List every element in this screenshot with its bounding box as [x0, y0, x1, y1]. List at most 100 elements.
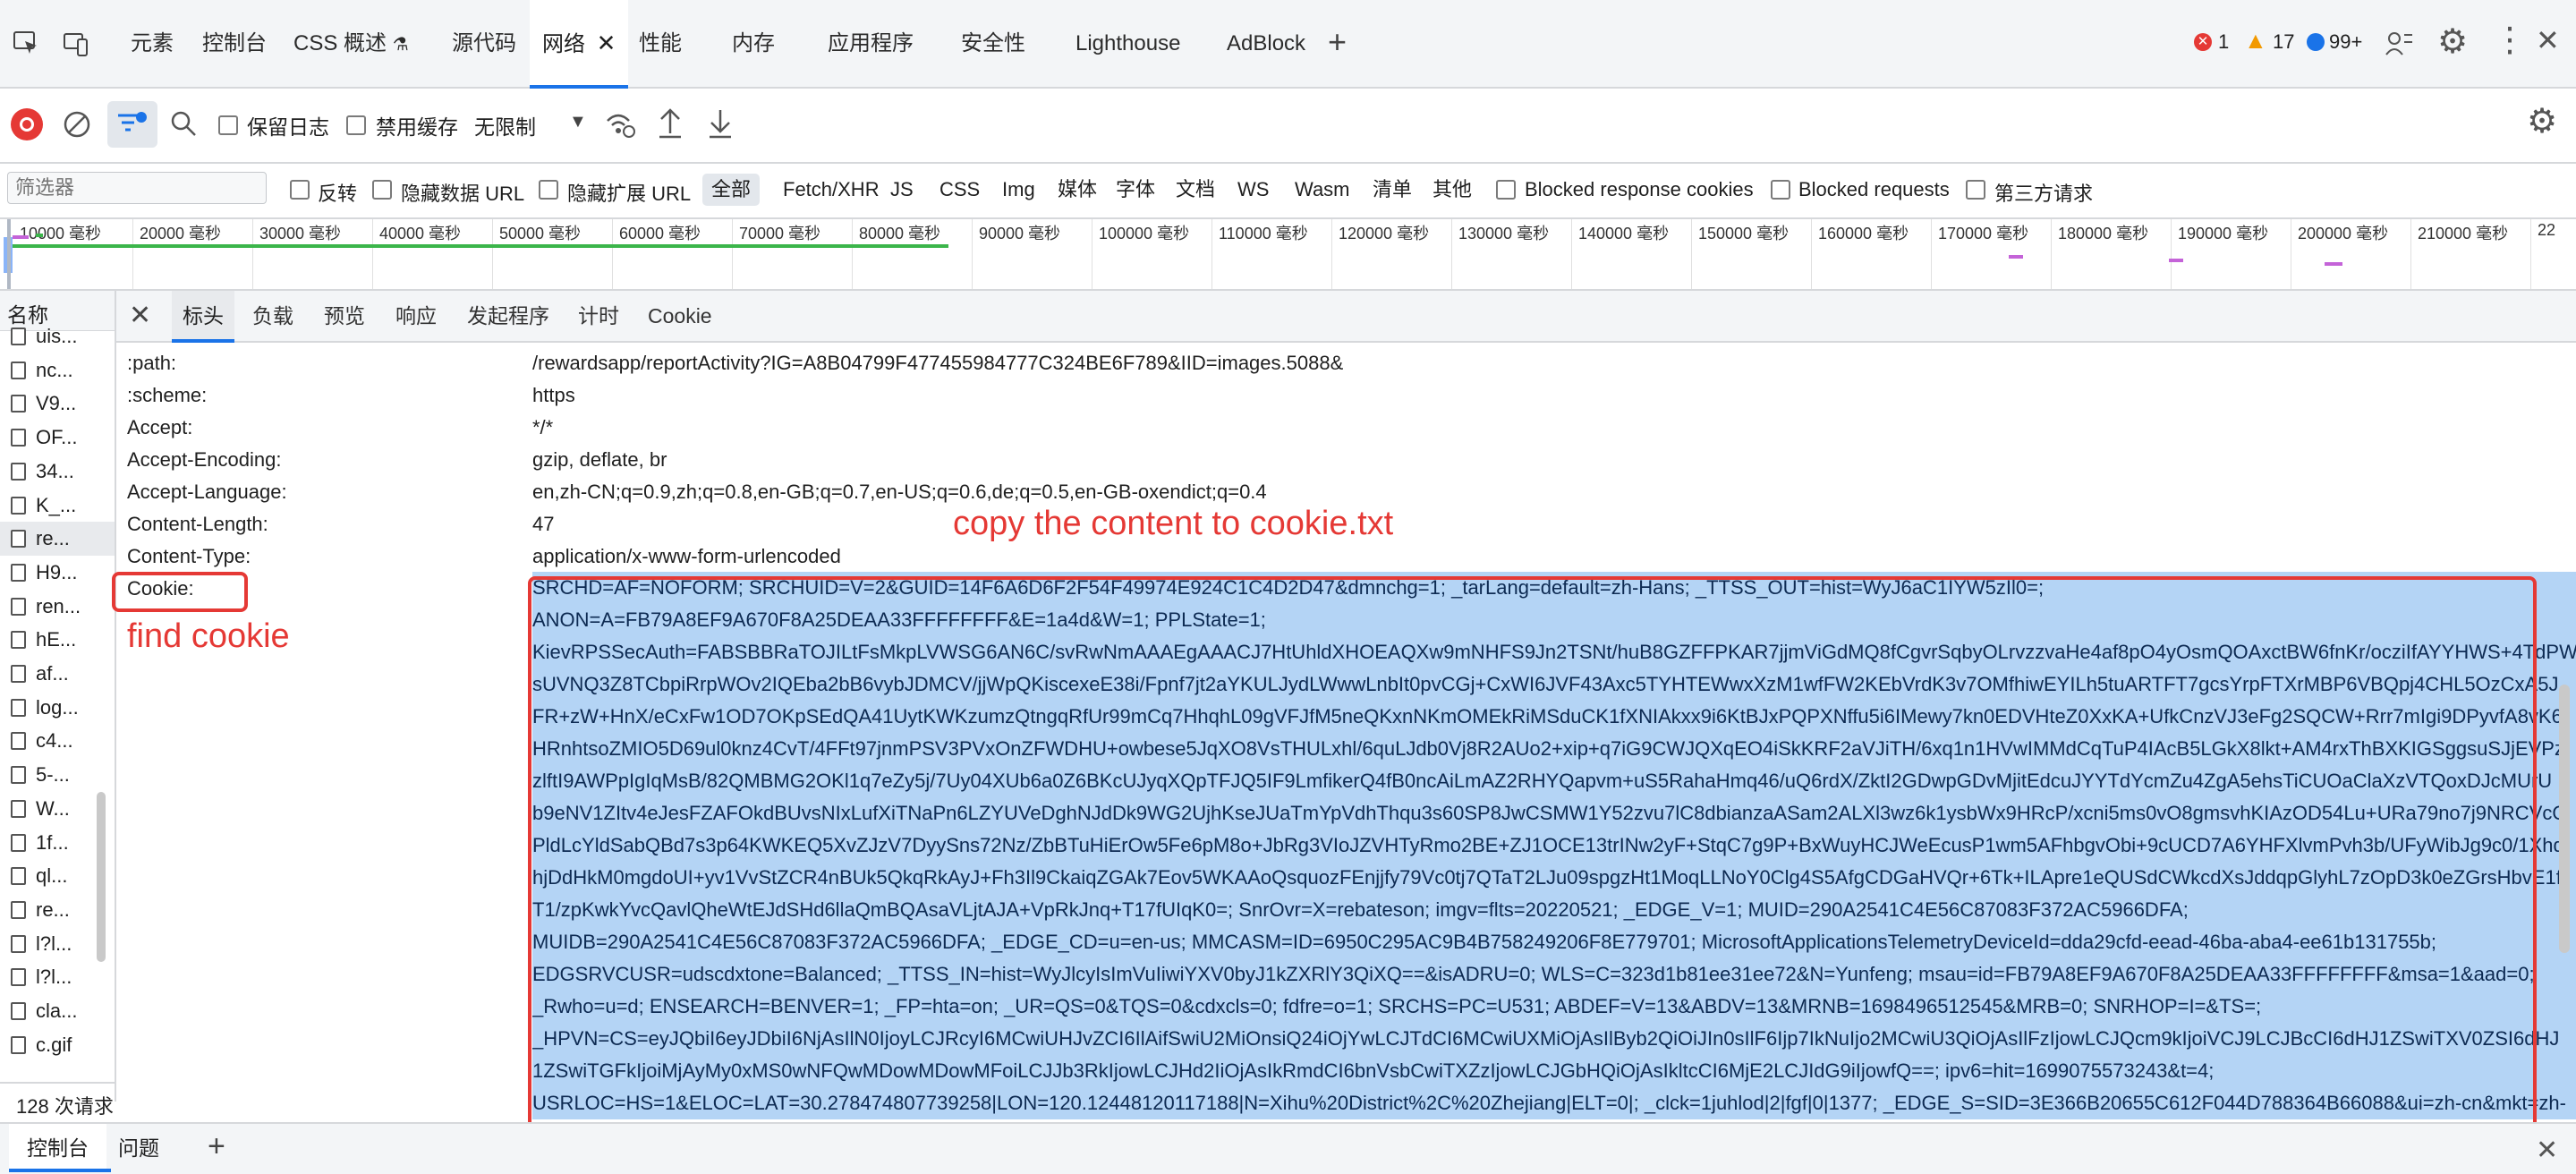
third-party-checkbox[interactable]: [1966, 180, 1985, 200]
export-har-icon[interactable]: [707, 106, 734, 139]
header-value[interactable]: en,zh-CN;q=0.9,zh;q=0.8,en-GB;q=0.7,en-U…: [532, 481, 1267, 504]
tab-console[interactable]: 控制台: [202, 0, 267, 87]
type-filter-8[interactable]: WS: [1228, 174, 1278, 206]
request-row[interactable]: c4...: [0, 724, 115, 758]
blocked-response-cookies-checkbox[interactable]: [1496, 180, 1516, 200]
type-filter-6[interactable]: 字体: [1107, 174, 1164, 206]
request-name: V9...: [36, 392, 77, 415]
header-value[interactable]: /rewardsapp/reportActivity?IG=A8B04799F4…: [532, 352, 1343, 375]
throttle-select[interactable]: 无限制: [474, 110, 536, 140]
header-value[interactable]: */*: [532, 416, 553, 439]
close-tab-icon[interactable]: ✕: [597, 30, 616, 56]
tab-lighthouse[interactable]: Lighthouse: [1075, 0, 1180, 87]
request-name: re...: [36, 527, 70, 550]
type-filter-3[interactable]: CSS: [931, 174, 989, 206]
import-har-icon[interactable]: [657, 106, 684, 139]
file-icon: [11, 328, 26, 345]
more-tabs-plus-icon[interactable]: +: [1328, 23, 1347, 61]
close-detail-icon[interactable]: ✕: [129, 300, 151, 331]
request-row[interactable]: c.gif: [0, 1028, 115, 1062]
type-filter-2[interactable]: JS: [881, 174, 922, 206]
request-row[interactable]: uis...: [0, 319, 115, 353]
header-value[interactable]: 47: [532, 513, 554, 536]
request-row[interactable]: OF...: [0, 421, 115, 455]
request-row[interactable]: hE...: [0, 623, 115, 657]
inspect-element-icon[interactable]: [13, 30, 39, 57]
device-toolbar-icon[interactable]: [63, 30, 89, 57]
message-icon: [2307, 33, 2325, 51]
drawer-tab-issues[interactable]: 问题: [118, 1124, 159, 1172]
network-conditions-icon[interactable]: [605, 110, 635, 139]
network-settings-gear-icon[interactable]: ⚙: [2527, 101, 2557, 141]
request-row[interactable]: l?l...: [0, 960, 115, 994]
type-filter-11[interactable]: 其他: [1424, 174, 1481, 206]
tab-elements[interactable]: 元素: [131, 0, 174, 87]
detail-tab-2[interactable]: 预览: [324, 291, 365, 341]
tab-sources[interactable]: 源代码: [452, 0, 516, 87]
request-row[interactable]: V9...: [0, 387, 115, 421]
detail-tab-5[interactable]: 计时: [578, 291, 619, 341]
type-filter-9[interactable]: Wasm: [1286, 174, 1359, 206]
request-row[interactable]: log...: [0, 691, 115, 725]
detail-tab-3[interactable]: 响应: [395, 291, 437, 341]
request-row[interactable]: cla...: [0, 994, 115, 1028]
tab-application[interactable]: 应用程序: [828, 0, 914, 87]
clear-icon[interactable]: [63, 110, 91, 139]
blocked-requests-checkbox[interactable]: [1771, 180, 1790, 200]
request-list-scrollbar[interactable]: [97, 792, 106, 962]
detail-tab-1[interactable]: 负载: [252, 291, 293, 341]
tab-adblock[interactable]: AdBlock: [1227, 0, 1305, 87]
request-row[interactable]: nc...: [0, 353, 115, 387]
disable-cache-checkbox[interactable]: [346, 115, 366, 135]
sync-settings-icon[interactable]: [2385, 30, 2415, 56]
header-value[interactable]: https: [532, 384, 575, 407]
request-row[interactable]: 5-...: [0, 758, 115, 792]
close-devtools-icon[interactable]: ✕: [2536, 23, 2560, 57]
search-icon[interactable]: [170, 110, 197, 137]
detail-scrollbar[interactable]: [2559, 685, 2570, 953]
timeline-overview[interactable]: 10000 毫秒 20000 毫秒 30000 毫秒 40000 毫秒 50000 毫秒…: [0, 219, 2576, 291]
tab-css-overview[interactable]: CSS 概述 ⚗: [293, 0, 409, 87]
type-filter-7[interactable]: 文档: [1167, 174, 1224, 206]
type-filter-4[interactable]: Img: [993, 174, 1044, 206]
chevron-down-icon[interactable]: ▼: [569, 112, 587, 132]
request-row[interactable]: H9...: [0, 556, 115, 590]
cookie-highlight-box: [112, 572, 248, 612]
detail-tab-0[interactable]: 标头: [172, 291, 234, 343]
drawer-tab-bar: 控制台 问题 + ✕: [0, 1122, 2576, 1174]
message-count[interactable]: 99+: [2329, 30, 2362, 54]
invert-checkbox[interactable]: [290, 180, 310, 200]
header-value[interactable]: gzip, deflate, br: [532, 448, 667, 472]
hide-extension-urls-checkbox[interactable]: [539, 180, 558, 200]
request-row[interactable]: 34...: [0, 455, 115, 489]
filter-input[interactable]: [7, 172, 267, 204]
detail-tab-4[interactable]: 发起程序: [467, 291, 549, 341]
preserve-log-label: 保留日志: [247, 115, 329, 139]
drawer-add-tab-icon[interactable]: +: [208, 1129, 225, 1164]
type-filter-5[interactable]: 媒体: [1049, 174, 1106, 206]
request-name: re...: [36, 898, 70, 921]
request-row[interactable]: K_...: [0, 489, 115, 523]
tab-memory[interactable]: 内存: [732, 0, 775, 87]
detail-tab-6[interactable]: Cookie: [648, 291, 712, 341]
more-options-icon[interactable]: ⋮: [2493, 20, 2527, 60]
warning-count[interactable]: 17: [2273, 30, 2294, 54]
type-filter-0[interactable]: 全部: [702, 174, 761, 206]
request-row[interactable]: af...: [0, 657, 115, 691]
error-count[interactable]: 1: [2218, 30, 2229, 54]
request-row[interactable]: re...: [0, 522, 115, 557]
header-value[interactable]: application/x-www-form-urlencoded: [532, 545, 841, 568]
drawer-tab-console[interactable]: 控制台: [9, 1124, 106, 1172]
type-filter-1[interactable]: Fetch/XHR: [774, 174, 888, 206]
tab-performance[interactable]: 性能: [639, 0, 682, 87]
hide-data-urls-checkbox[interactable]: [372, 180, 392, 200]
request-row[interactable]: ren...: [0, 590, 115, 624]
preserve-log-checkbox[interactable]: [218, 115, 238, 135]
tab-network[interactable]: 网络 ✕: [530, 0, 629, 89]
record-button[interactable]: [11, 108, 43, 140]
type-filter-10[interactable]: 清单: [1364, 174, 1421, 206]
tab-security[interactable]: 安全性: [961, 0, 1025, 87]
close-drawer-icon[interactable]: ✕: [2536, 1135, 2558, 1166]
settings-gear-icon[interactable]: ⚙: [2437, 21, 2468, 62]
filter-toggle-button[interactable]: [107, 101, 157, 148]
